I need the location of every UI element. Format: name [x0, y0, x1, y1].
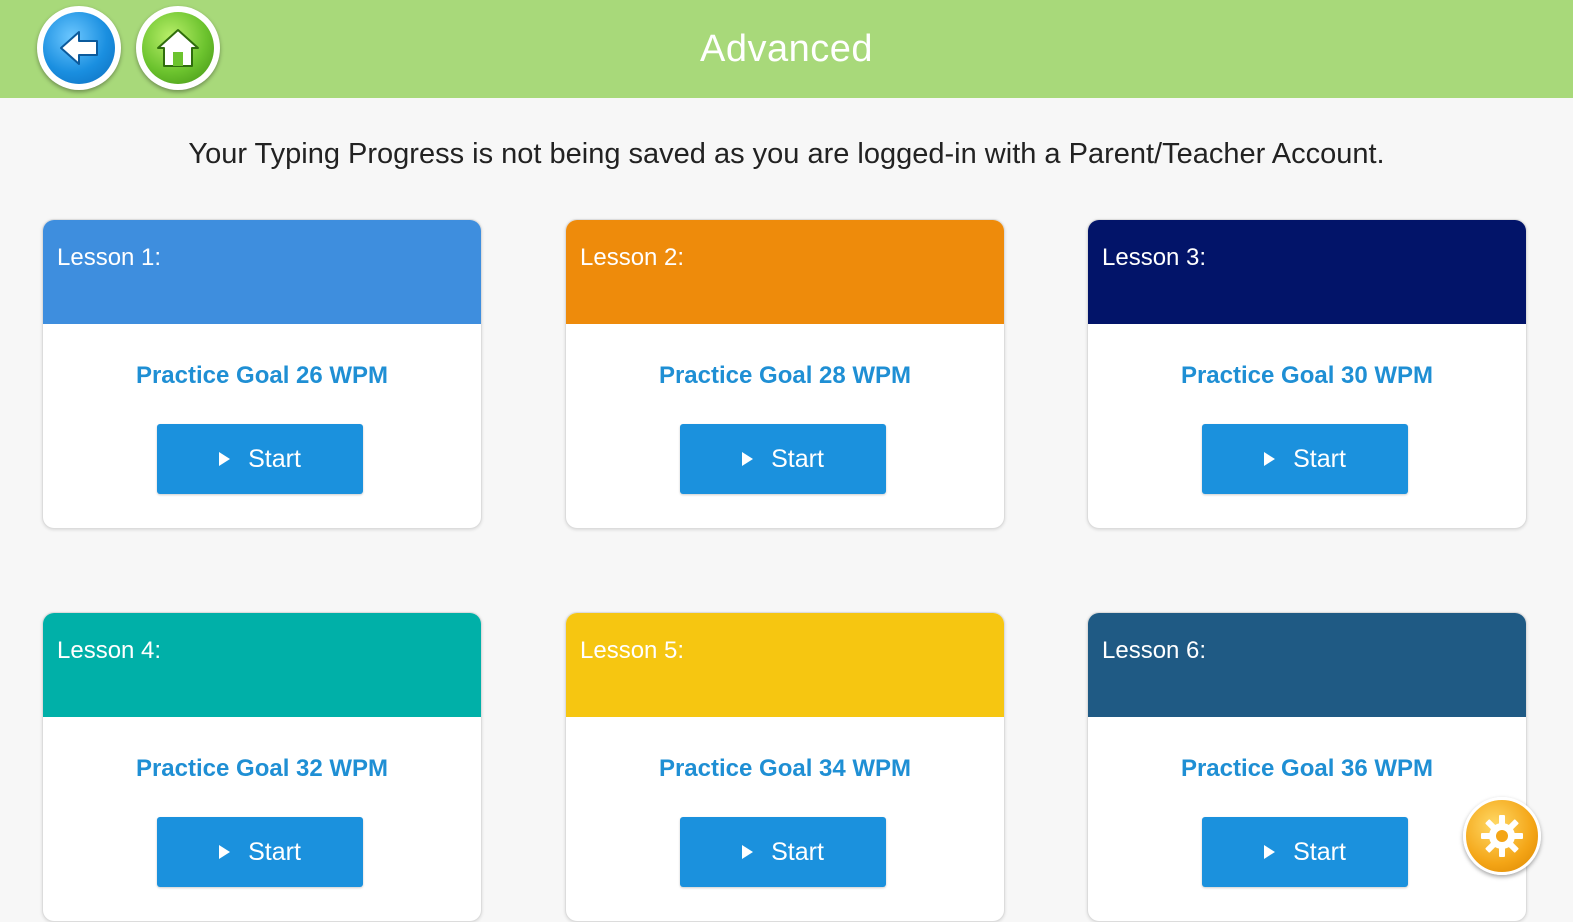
start-button[interactable]: Start [157, 424, 363, 494]
lesson-header-2: Lesson 2: [566, 220, 1004, 324]
lesson-card-5: Lesson 5: Practice Goal 34 WPM Start [565, 612, 1005, 922]
lesson-header-6: Lesson 6: [1088, 613, 1526, 717]
lesson-label: Lesson 6: [1102, 637, 1207, 664]
lesson-label: Lesson 2: [580, 244, 685, 271]
lesson-card-2: Lesson 2: Practice Goal 28 WPM Start [565, 219, 1005, 529]
lesson-header-1: Lesson 1: [43, 220, 481, 324]
lesson-label: Lesson 4: [57, 637, 162, 664]
gear-icon [1481, 815, 1523, 857]
lesson-card-6: Lesson 6: Practice Goal 36 WPM Start [1087, 612, 1527, 922]
start-label: Start [771, 444, 824, 473]
lesson-label: Lesson 5: [580, 637, 685, 664]
start-button[interactable]: Start [1202, 817, 1408, 887]
start-label: Start [1293, 837, 1346, 866]
lesson-card-4: Lesson 4: Practice Goal 32 WPM Start [42, 612, 482, 922]
play-icon [1264, 845, 1276, 859]
practice-goal: Practice Goal 30 WPM [1180, 362, 1434, 389]
page-title: Advanced [699, 28, 873, 70]
lesson-label: Lesson 3: [1102, 244, 1207, 271]
top-bar: Advanced [0, 0, 1573, 98]
settings-button[interactable] [1463, 797, 1541, 875]
lesson-card-3: Lesson 3: Practice Goal 30 WPM Start [1087, 219, 1527, 529]
start-button[interactable]: Start [680, 817, 886, 887]
play-icon [742, 845, 754, 859]
play-icon [742, 452, 754, 466]
start-label: Start [1293, 444, 1346, 473]
start-button[interactable]: Start [1202, 424, 1408, 494]
lesson-card-1: Lesson 1: Practice Goal 26 WPM Start [42, 219, 482, 529]
start-label: Start [771, 837, 824, 866]
practice-goal: Practice Goal 32 WPM [135, 755, 389, 782]
lesson-label: Lesson 1: [57, 244, 162, 271]
practice-goal: Practice Goal 36 WPM [1180, 755, 1434, 782]
play-icon [1264, 452, 1276, 466]
play-icon [219, 845, 231, 859]
practice-goal: Practice Goal 34 WPM [658, 755, 912, 782]
start-label: Start [248, 444, 301, 473]
start-button[interactable]: Start [680, 424, 886, 494]
start-label: Start [248, 837, 301, 866]
lesson-header-4: Lesson 4: [43, 613, 481, 717]
progress-notice: Your Typing Progress is not being saved … [188, 138, 1385, 170]
practice-goal: Practice Goal 28 WPM [658, 362, 912, 389]
lesson-header-5: Lesson 5: [566, 613, 1004, 717]
start-button[interactable]: Start [157, 817, 363, 887]
play-icon [219, 452, 231, 466]
lesson-header-3: Lesson 3: [1088, 220, 1526, 324]
practice-goal: Practice Goal 26 WPM [135, 362, 389, 389]
